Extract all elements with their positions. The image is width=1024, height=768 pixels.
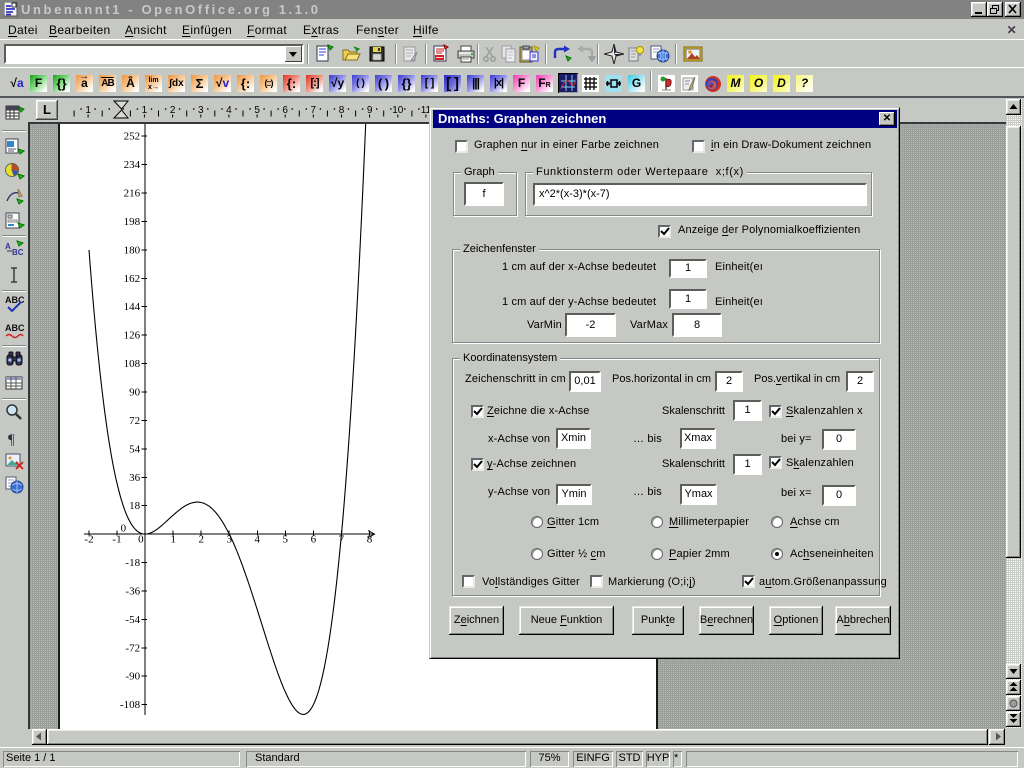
svg-text:0: 0 [121,523,127,535]
svg-text:-36: -36 [125,585,140,597]
svg-text:2: 2 [198,534,204,546]
svg-text:252: 252 [124,131,141,143]
svg-text:3: 3 [198,105,204,116]
svg-text:BC: BC [12,248,24,257]
svg-text:5: 5 [283,534,289,546]
svg-text:36: 36 [129,472,141,484]
svg-text:1: 1 [85,105,91,116]
svg-text:216: 216 [124,188,141,200]
svg-text:ABC: ABC [5,323,25,333]
svg-text:-90: -90 [125,671,140,683]
svg-text:162: 162 [124,273,141,285]
svg-text:¶: ¶ [8,432,15,448]
svg-text:18: 18 [129,500,141,512]
svg-text:-1: -1 [112,534,121,546]
svg-text:-54: -54 [125,614,140,626]
svg-text:8: 8 [339,105,345,116]
svg-text:5: 5 [254,105,260,116]
svg-text:1: 1 [142,105,148,116]
svg-text:9: 9 [367,105,373,116]
svg-text:1: 1 [170,534,176,546]
svg-text:-2: -2 [84,534,93,546]
svg-text:2: 2 [170,105,176,116]
svg-text:72: 72 [129,415,140,427]
svg-text:-72: -72 [125,642,140,654]
svg-text:-18: -18 [125,557,140,569]
svg-text:8: 8 [367,534,373,546]
svg-text:90: 90 [129,387,141,399]
svg-text:108: 108 [124,358,141,370]
svg-text:54: 54 [129,443,141,455]
svg-text:4: 4 [226,105,232,116]
svg-text:A: A [5,242,11,251]
svg-text:126: 126 [124,330,141,342]
svg-text:7: 7 [311,105,317,116]
svg-text:180: 180 [124,244,141,256]
svg-text:0: 0 [138,534,144,546]
svg-text:-108: -108 [120,699,141,711]
svg-text:198: 198 [124,216,141,228]
svg-text:6: 6 [282,105,288,116]
svg-text:6: 6 [311,534,317,546]
svg-text:144: 144 [124,301,141,313]
svg-text:4: 4 [255,534,261,546]
svg-text:234: 234 [124,159,141,171]
svg-text:ABC: ABC [5,295,25,305]
svg-text:10: 10 [392,105,404,116]
